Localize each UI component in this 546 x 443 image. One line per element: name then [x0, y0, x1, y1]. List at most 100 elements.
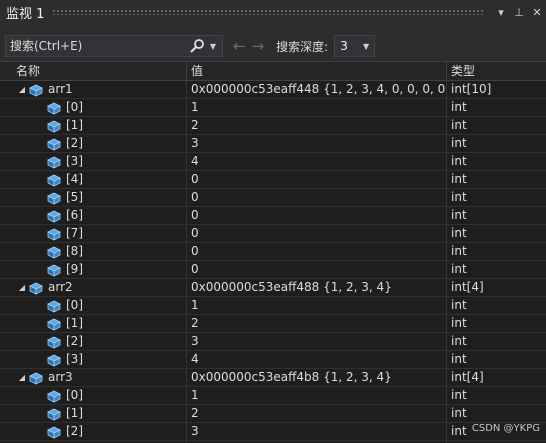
title-grip[interactable]	[52, 9, 484, 15]
item-name[interactable]: [1]	[66, 405, 83, 422]
name-cell: [3]	[12, 351, 186, 368]
name-cell: [6]	[12, 207, 186, 224]
item-name[interactable]: [8]	[66, 243, 83, 260]
watch-child-row[interactable]: [3] 4int	[0, 153, 546, 171]
watch-child-row[interactable]: [7] 0 int	[0, 225, 546, 243]
value-cell[interactable]: 4	[186, 351, 446, 368]
type-cell: int	[446, 117, 546, 134]
value-cell[interactable]: 0	[186, 261, 446, 278]
column-header-type[interactable]: 类型	[446, 62, 546, 80]
value-cell[interactable]: 0	[186, 243, 446, 260]
search-input[interactable]	[6, 38, 189, 54]
watch-grid: 名称 值 类型 ◢ arr1 0x000000c53eaff448 {1, 2, 3…	[0, 61, 546, 443]
type-cell: int	[446, 153, 546, 170]
window-title: 监视 1	[6, 6, 45, 22]
item-name[interactable]: [2]	[66, 333, 83, 350]
value-cell[interactable]: 0x000000c53eaff448 {1, 2, 3, 4, 0, 0, 0,…	[186, 81, 446, 98]
close-icon[interactable]: ✕	[528, 6, 546, 19]
watch-child-row[interactable]: [0] 1 int	[0, 387, 546, 405]
value-cell[interactable]: 0	[186, 171, 446, 188]
expand-triangle-icon[interactable]: ◢	[16, 81, 28, 98]
watch-child-row[interactable]: [8] 0 int	[0, 243, 546, 261]
column-header-name[interactable]: 名称	[12, 62, 186, 80]
watch-child-row[interactable]: [1] 2 int	[0, 315, 546, 333]
item-name[interactable]: [1]	[66, 117, 83, 134]
variable-icon	[46, 173, 62, 187]
item-name[interactable]: [5]	[66, 189, 83, 206]
value-cell[interactable]: 0	[186, 225, 446, 242]
name-cell: [4]	[12, 171, 186, 188]
item-name[interactable]: arr1	[48, 81, 73, 98]
window-dropdown-icon[interactable]: ▾	[492, 6, 510, 19]
watch-child-row[interactable]: [2] 3 int	[0, 333, 546, 351]
watch-child-row[interactable]: [6] 0 int	[0, 207, 546, 225]
watch-child-row[interactable]: [3] 4int	[0, 351, 546, 369]
value-cell[interactable]: 0	[186, 189, 446, 206]
variable-icon	[46, 209, 62, 223]
type-cell: int[4]	[446, 369, 546, 386]
watch-item-row[interactable]: ◢ arr2 0x000000c53eaff488 {1, 2, 3, 4} int[…	[0, 279, 546, 297]
value-cell[interactable]: 2	[186, 315, 446, 332]
watch-child-row[interactable]: [1] 2 int	[0, 405, 546, 423]
name-cell: [8]	[12, 243, 186, 260]
search-forward-arrow-icon[interactable]: →	[252, 37, 265, 55]
watch-item-row[interactable]: ◢ arr3 0x000000c53eaff4b8 {1, 2, 3, 4} int[…	[0, 369, 546, 387]
item-name[interactable]: [2]	[66, 423, 83, 440]
value-cell[interactable]: 3	[186, 333, 446, 350]
item-name[interactable]: arr3	[48, 369, 73, 386]
value-cell[interactable]: 3	[186, 135, 446, 152]
type-cell: int[10]	[446, 81, 546, 98]
value-cell[interactable]: 1	[186, 297, 446, 314]
item-name[interactable]: [7]	[66, 225, 83, 242]
watch-child-row[interactable]: [9] 0 int	[0, 261, 546, 279]
watch-child-row[interactable]: [4] 0 int	[0, 171, 546, 189]
search-depth-select[interactable]: 3 ▼	[334, 35, 376, 57]
item-name[interactable]: [0]	[66, 297, 83, 314]
item-name[interactable]: [1]	[66, 315, 83, 332]
column-header-value[interactable]: 值	[186, 62, 446, 80]
value-cell[interactable]: 4	[186, 153, 446, 170]
watch-window-titlebar: 监视 1 ▾ ⊥ ✕	[0, 0, 546, 24]
search-back-arrow-icon[interactable]: ←	[233, 37, 246, 55]
variable-icon	[28, 83, 44, 97]
value-cell[interactable]: 2	[186, 117, 446, 134]
search-options-chevron-down-icon[interactable]: ▼	[207, 42, 219, 51]
value-cell[interactable]: 1	[186, 387, 446, 404]
item-name[interactable]: [3]	[66, 351, 83, 368]
value-cell[interactable]: 0x000000c53eaff4b8 {1, 2, 3, 4}	[186, 369, 446, 386]
watch-rows: ◢ arr1 0x000000c53eaff448 {1, 2, 3, 4, 0, …	[0, 81, 546, 443]
item-name[interactable]: [2]	[66, 135, 83, 152]
variable-icon	[46, 137, 62, 151]
variable-icon	[28, 371, 44, 385]
value-cell[interactable]: 0x000000c53eaff488 {1, 2, 3, 4}	[186, 279, 446, 296]
type-cell: int	[446, 387, 546, 404]
watch-child-row[interactable]: [0] 1 int	[0, 99, 546, 117]
watch-child-row[interactable]: [0] 1 int	[0, 297, 546, 315]
item-name[interactable]: arr2	[48, 279, 73, 296]
watch-child-row[interactable]: [2] 3 int	[0, 423, 546, 441]
watch-item-row[interactable]: ◢ arr1 0x000000c53eaff448 {1, 2, 3, 4, 0, …	[0, 81, 546, 99]
item-name[interactable]: [6]	[66, 207, 83, 224]
search-icon[interactable]	[189, 38, 205, 54]
item-name[interactable]: [4]	[66, 171, 83, 188]
item-name[interactable]: [9]	[66, 261, 83, 278]
type-cell: int	[446, 297, 546, 314]
expand-triangle-icon[interactable]: ◢	[16, 369, 28, 386]
value-cell[interactable]: 2	[186, 405, 446, 422]
watch-child-row[interactable]: [5] 0 int	[0, 189, 546, 207]
watch-child-row[interactable]: [2] 3 int	[0, 135, 546, 153]
item-name[interactable]: [3]	[66, 153, 83, 170]
chevron-down-icon: ▼	[363, 41, 370, 51]
value-cell[interactable]: 0	[186, 207, 446, 224]
name-cell: [2]	[12, 423, 186, 440]
item-name[interactable]: [0]	[66, 387, 83, 404]
search-box[interactable]: ▼	[5, 35, 223, 57]
value-cell[interactable]: 1	[186, 99, 446, 116]
expand-triangle-icon[interactable]: ◢	[16, 279, 28, 296]
variable-icon	[46, 245, 62, 259]
name-cell: [1]	[12, 315, 186, 332]
pin-icon[interactable]: ⊥	[510, 6, 528, 19]
item-name[interactable]: [0]	[66, 99, 83, 116]
value-cell[interactable]: 3	[186, 423, 446, 440]
watch-child-row[interactable]: [1] 2 int	[0, 117, 546, 135]
